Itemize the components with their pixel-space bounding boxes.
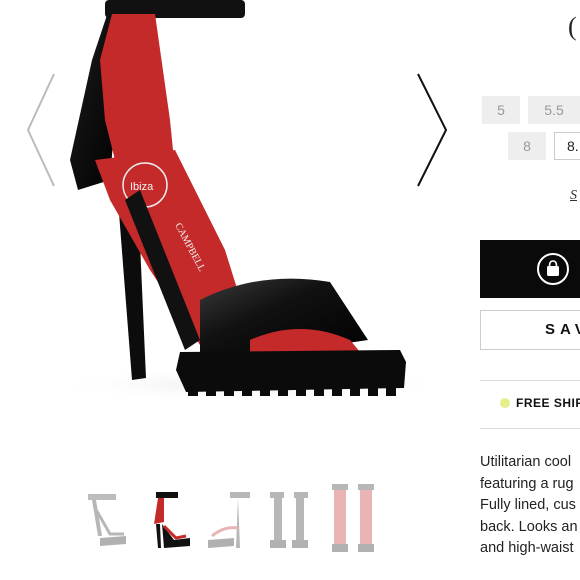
- brand-logo-fragment: (: [568, 12, 577, 41]
- hero-brand-ibiza: Ibiza: [130, 181, 154, 193]
- sandal-front-view-icon: [88, 494, 126, 546]
- next-image-button[interactable]: [410, 70, 450, 190]
- product-description: Utilitarian cool featuring a rug Fully l…: [480, 452, 580, 560]
- size-option-5[interactable]: 5: [482, 96, 520, 124]
- chevron-left-icon: [26, 73, 55, 187]
- divider: [480, 380, 580, 381]
- thumbnail-strip: [80, 476, 400, 556]
- description-line: featuring a rug: [480, 475, 574, 492]
- size-option-5-5[interactable]: 5.5: [528, 96, 580, 124]
- description-line: back. Looks an: [480, 518, 578, 535]
- chevron-right-icon: [417, 73, 448, 187]
- size-option-8-5[interactable]: 8.: [554, 132, 580, 160]
- size-option-8[interactable]: 8: [508, 132, 546, 160]
- size-guide-link[interactable]: S: [570, 188, 577, 204]
- previous-image-button[interactable]: [22, 70, 62, 190]
- description-line: Utilitarian cool: [480, 454, 572, 470]
- product-gallery: Ibiza CAMPBELL: [0, 0, 470, 580]
- product-main-image: Ibiza CAMPBELL: [0, 0, 470, 470]
- free-shipping-label: FREE SHIPI: [516, 396, 580, 410]
- thumbnail-front-view[interactable]: [80, 476, 130, 556]
- thumbnail-back-view[interactable]: [266, 476, 316, 556]
- sandal-side-view-icon: [208, 492, 250, 548]
- product-details-panel: ( 5 5.5 8 8. S SAV FREE SHIPI Utilitaria…: [470, 0, 580, 580]
- sandal-pair-view-icon: [332, 484, 374, 552]
- thumbnail-side-view-alt[interactable]: [204, 476, 254, 556]
- sandal-side-view-icon: [154, 492, 190, 548]
- thumbnail-side-view-selected[interactable]: [142, 476, 192, 556]
- sandal-back-view-icon: [270, 492, 308, 548]
- shopping-bag-icon: [537, 253, 569, 285]
- divider: [480, 428, 580, 429]
- thumbnail-pair-view[interactable]: [328, 476, 378, 556]
- description-line: Fully lined, cus: [480, 497, 576, 513]
- add-to-bag-button[interactable]: [480, 240, 580, 298]
- shipping-dot-icon: [500, 398, 510, 408]
- save-for-later-button[interactable]: SAV: [480, 310, 580, 350]
- description-line: and high-waist: [480, 540, 574, 556]
